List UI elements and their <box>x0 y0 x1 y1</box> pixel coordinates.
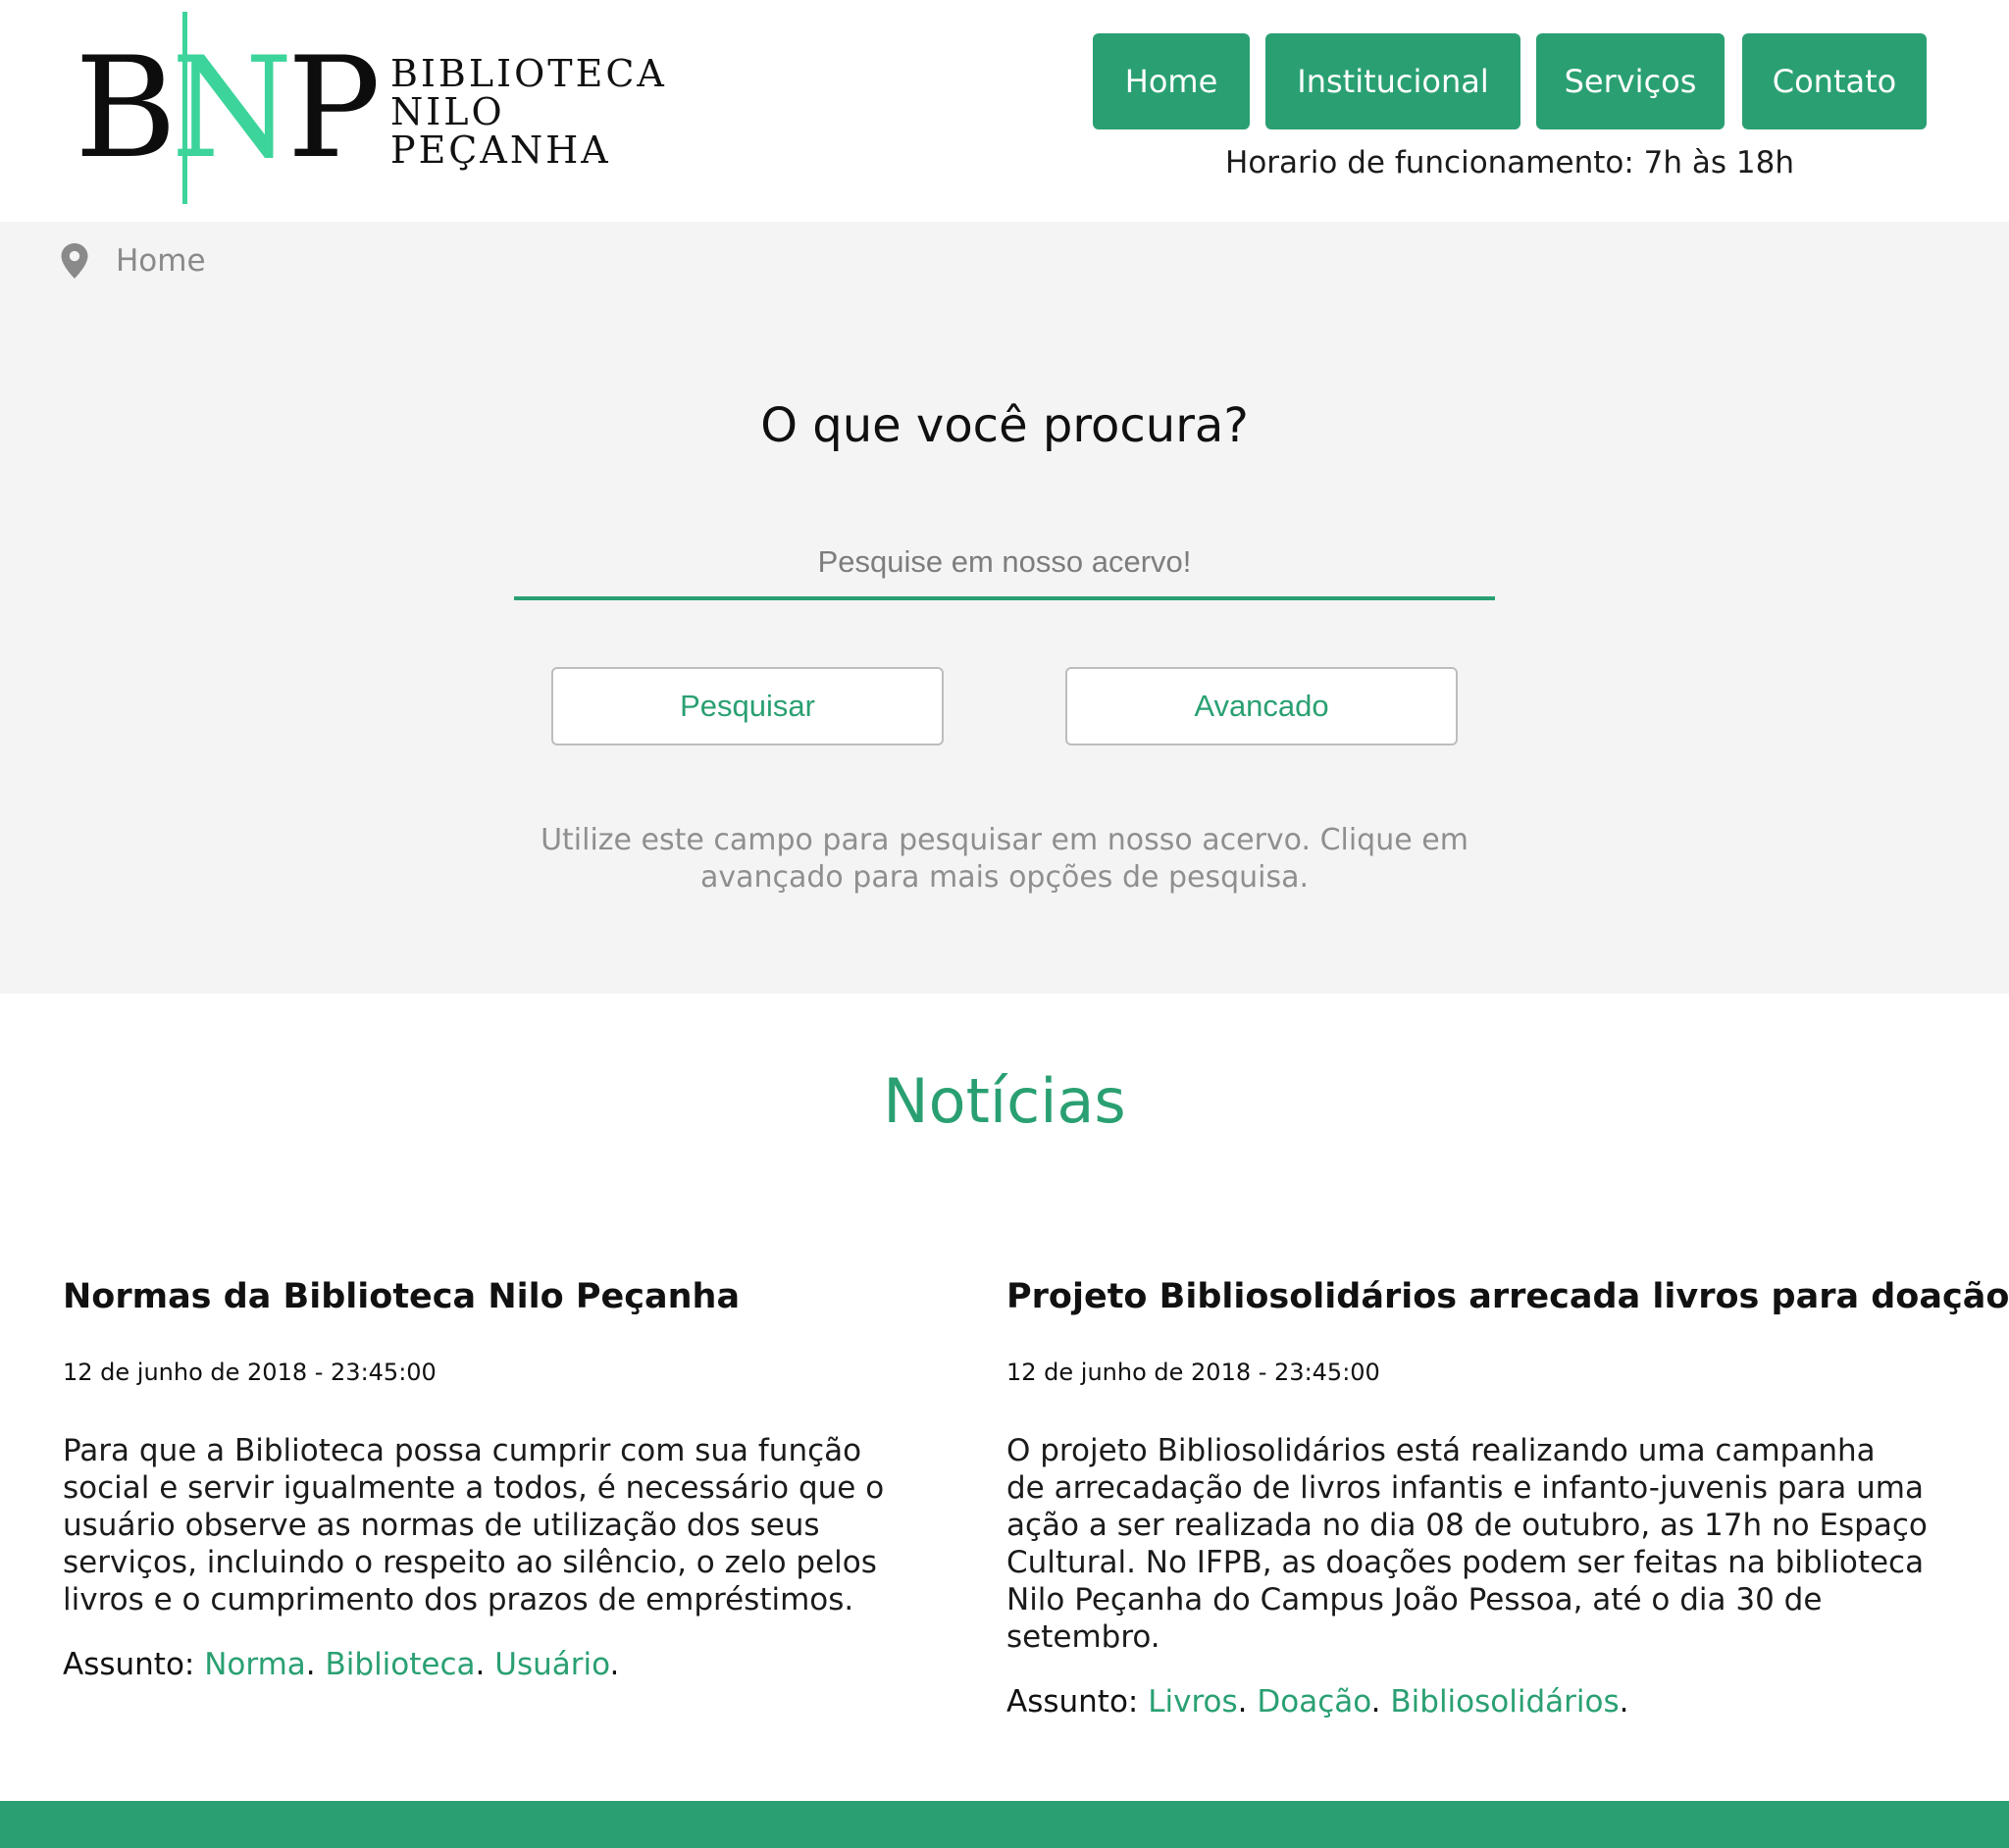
logo-letter-n: N <box>171 27 292 189</box>
search-heading: O que você procura? <box>760 398 1249 453</box>
news-item-date: 12 de junho de 2018 - 23:45:00 <box>63 1359 437 1386</box>
news-item-subject: Assunto: Livros. Doação. Bibliosolidário… <box>1006 1684 1629 1720</box>
advanced-search-button[interactable]: Avancado <box>1065 667 1458 745</box>
tag-link[interactable]: Doação <box>1257 1684 1370 1720</box>
subject-label: Assunto: <box>1006 1684 1139 1720</box>
news-item: Projeto Bibliosolidários arrecada livros… <box>1006 1275 2009 1720</box>
logo-monogram: BNP <box>75 39 381 179</box>
logo-letter-b: B <box>75 27 177 189</box>
logo-wordmark: BIBLIOTECA NILO PEÇANHA <box>390 55 667 170</box>
tag-link[interactable]: Usuário <box>494 1647 609 1682</box>
footer-bar <box>0 1801 2009 1848</box>
search-help-line: avançado para mais opções de pesquisa. <box>699 860 1310 895</box>
search-help-text: Utilize este campo para pesquisar em nos… <box>465 822 1544 897</box>
news-item-date: 12 de junho de 2018 - 23:45:00 <box>1006 1359 1380 1386</box>
breadcrumb: Home <box>61 241 206 281</box>
logo-wordmark-line: NILO <box>390 90 505 133</box>
news-item-body: Para que a Biblioteca possa cumprir com … <box>63 1433 885 1617</box>
tag-link[interactable]: Norma <box>204 1647 306 1682</box>
logo-accent-line <box>182 12 187 204</box>
nav-contato-button[interactable]: Contato <box>1742 33 1927 129</box>
news-heading: Notícias <box>883 1065 1126 1137</box>
logo-letter-p: P <box>286 27 382 189</box>
news-item-title[interactable]: Projeto Bibliosolidários arrecada livros… <box>1006 1275 2009 1318</box>
nav-servicos-button[interactable]: Serviços <box>1536 33 1725 129</box>
logo-wordmark-line: PEÇANHA <box>390 128 611 172</box>
nav-institucional-button[interactable]: Institucional <box>1265 33 1520 129</box>
library-logo[interactable]: BNP BIBLIOTECA NILO PEÇANHA <box>75 12 683 208</box>
search-button[interactable]: Pesquisar <box>551 667 944 745</box>
search-section: Home O que você procura? Pesquisar Avanc… <box>0 222 2009 994</box>
search-help-line: Utilize este campo para pesquisar em nos… <box>541 823 1468 857</box>
site-header: BNP BIBLIOTECA NILO PEÇANHA Home Institu… <box>0 0 2009 222</box>
map-pin-icon <box>61 243 88 279</box>
nav-home-button[interactable]: Home <box>1093 33 1250 129</box>
search-input[interactable] <box>514 528 1495 600</box>
tag-link[interactable]: Bibliosolidários <box>1390 1684 1619 1720</box>
news-item-title[interactable]: Normas da Biblioteca Nilo Peçanha <box>63 1275 985 1318</box>
tag-link[interactable]: Livros <box>1148 1684 1237 1720</box>
news-item: Normas da Biblioteca Nilo Peçanha 12 de … <box>63 1275 985 1683</box>
news-item-subject: Assunto: Norma. Biblioteca. Usuário. <box>63 1647 620 1682</box>
subject-label: Assunto: <box>63 1647 195 1682</box>
logo-wordmark-line: BIBLIOTECA <box>390 52 667 95</box>
breadcrumb-home-link[interactable]: Home <box>116 243 206 279</box>
news-item-body: O projeto Bibliosolidários está realizan… <box>1006 1433 1928 1655</box>
tag-link[interactable]: Biblioteca <box>326 1647 476 1682</box>
opening-hours: Horario de funcionamento: 7h às 18h <box>1225 145 1794 180</box>
